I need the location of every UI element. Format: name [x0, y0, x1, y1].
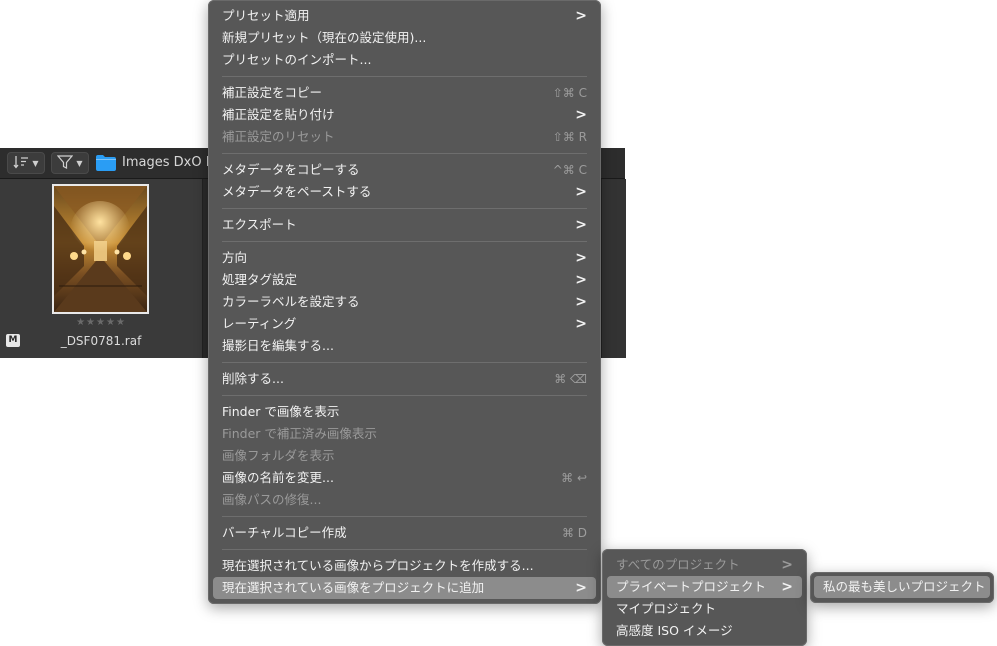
submenu2-item[interactable]: 私の最も美しいプロジェクト — [814, 576, 990, 598]
menu-separator — [222, 153, 587, 154]
chevron-right-icon: > — [575, 184, 587, 200]
menu-item-label: 高感度 ISO イメージ — [616, 623, 733, 638]
menu-item: Finder で補正済み画像表示 — [208, 423, 601, 445]
menu-item[interactable]: プリセットのインポート... — [208, 49, 601, 71]
chevron-right-icon: > — [575, 107, 587, 123]
chevron-right-icon: > — [781, 579, 793, 595]
menu-item[interactable]: 画像の名前を変更... ⌘ ↩ — [208, 467, 601, 489]
add-to-project-submenu: すべてのプロジェクト > プライベートプロジェクト > マイプロジェクト高感度 ISO … — [602, 549, 807, 646]
menu-item-label: プリセットのインポート... — [222, 52, 372, 67]
chevron-right-icon: > — [575, 294, 587, 310]
chevron-right-icon: > — [575, 580, 587, 596]
menu-item[interactable]: レーティング > — [208, 313, 601, 335]
chevron-right-icon: > — [575, 316, 587, 332]
filter-button[interactable]: ▼ — [51, 152, 89, 174]
chevron-right-icon: > — [575, 250, 587, 266]
menu-item-label: レーティング — [222, 316, 297, 331]
menu-item[interactable]: メタデータをペーストする > — [208, 181, 601, 203]
menu-item-shortcut: ⌘ ↩ — [561, 471, 587, 485]
menu-item-label: メタデータをコピーする — [222, 162, 360, 177]
menu-item-label: 現在選択されている画像をプロジェクトに追加 — [222, 580, 485, 595]
sort-button[interactable]: ▼ — [7, 152, 45, 174]
menu-item[interactable]: メタデータをコピーする ^⌘ C — [208, 159, 601, 181]
menu-item[interactable]: 現在選択されている画像をプロジェクトに追加 > — [213, 577, 596, 599]
menu-item: 補正設定のリセット ⇧⌘ R — [208, 126, 601, 148]
menu-item-label: Finder で補正済み画像表示 — [222, 426, 377, 441]
menu-item-label: 画像フォルダを表示 — [222, 448, 335, 463]
menu-item-label: バーチャルコピー作成 — [222, 525, 347, 540]
private-project-submenu: 私の最も美しいプロジェクト — [810, 572, 994, 603]
menu-item-label: Finder で画像を表示 — [222, 404, 340, 419]
menu-separator — [222, 76, 587, 77]
submenu-item[interactable]: マイプロジェクト — [602, 598, 807, 620]
menu-item[interactable]: 補正設定をコピー ⇧⌘ C — [208, 82, 601, 104]
menu-item-shortcut: ⇧⌘ R — [552, 130, 587, 144]
menu-item-label: 画像パスの修復... — [222, 492, 322, 507]
menu-item-label: カラーラベルを設定する — [222, 294, 360, 309]
menu-item-label: エクスポート — [222, 217, 297, 232]
menu-item-shortcut: ⇧⌘ C — [552, 86, 587, 100]
menu-item[interactable]: 方向 > — [208, 247, 601, 269]
thumbnail-filename: _DSF0781.raf — [60, 334, 142, 348]
menu-item-label: プリセット適用 — [222, 8, 310, 23]
menu-item-label: 私の最も美しいプロジェクト — [823, 579, 986, 594]
menu-item-label: 方向 — [222, 250, 248, 265]
menu-separator — [222, 549, 587, 550]
menu-item-label: 補正設定を貼り付け — [222, 107, 335, 122]
menu-item-label: 削除する... — [222, 371, 284, 386]
menu-item-label: 補正設定をコピー — [222, 85, 323, 100]
menu-item-label: 新規プリセット（現在の設定使用)... — [222, 30, 427, 45]
chevron-right-icon: > — [781, 557, 793, 573]
menu-item-label: すべてのプロジェクト — [616, 557, 740, 572]
menu-item-label: メタデータをペーストする — [222, 184, 372, 199]
menu-separator — [222, 208, 587, 209]
menu-item-shortcut: ^⌘ C — [552, 163, 587, 177]
menu-item[interactable]: 補正設定を貼り付け > — [208, 104, 601, 126]
folder-name[interactable]: Images DxO Ph — [122, 155, 222, 170]
sort-icon — [13, 155, 29, 172]
submenu-item[interactable]: 高感度 ISO イメージ — [602, 620, 807, 642]
filter-icon — [57, 154, 74, 172]
menu-item[interactable]: 処理タグ設定 > — [208, 269, 601, 291]
menu-item[interactable]: 新規プリセット（現在の設定使用)... — [208, 27, 601, 49]
menu-item[interactable]: エクスポート > — [208, 214, 601, 236]
menu-item-label: 現在選択されている画像からプロジェクトを作成する... — [222, 558, 534, 573]
menu-separator — [222, 362, 587, 363]
chevron-right-icon: > — [575, 8, 587, 24]
chevron-right-icon: > — [575, 217, 587, 233]
menu-item: 画像パスの修復... — [208, 489, 601, 511]
menu-item[interactable]: バーチャルコピー作成 ⌘ D — [208, 522, 601, 544]
thumbnail-cell[interactable]: ★★★★★ M _DSF0781.raf — [0, 179, 203, 358]
thumbnail-image[interactable] — [52, 184, 149, 314]
menu-item: 画像フォルダを表示 — [208, 445, 601, 467]
browser-right-area — [601, 179, 626, 358]
menu-item[interactable]: Finder で画像を表示 — [208, 401, 601, 423]
menu-item-shortcut: ⌘ ⌫ — [554, 372, 587, 386]
menu-item-label: 撮影日を編集する... — [222, 338, 334, 353]
menu-item-label: 処理タグ設定 — [222, 272, 298, 287]
chevron-right-icon: > — [575, 272, 587, 288]
folder-icon — [96, 155, 116, 171]
submenu-item[interactable]: プライベートプロジェクト > — [607, 576, 802, 598]
menu-item-label: 補正設定のリセット — [222, 129, 335, 144]
menu-item-shortcut: ⌘ D — [561, 526, 587, 540]
menu-item-label: マイプロジェクト — [616, 601, 717, 616]
menu-item[interactable]: プリセット適用 > — [208, 5, 601, 27]
menu-item-label: 画像の名前を変更... — [222, 470, 334, 485]
menu-separator — [222, 395, 587, 396]
context-menu: プリセット適用 > 新規プリセット（現在の設定使用)... プリセットのインポート..… — [208, 0, 601, 604]
menu-separator — [222, 241, 587, 242]
rating-stars[interactable]: ★★★★★ — [0, 317, 202, 328]
menu-item[interactable]: 撮影日を編集する... — [208, 335, 601, 357]
chevron-down-icon: ▼ — [76, 158, 83, 168]
menu-item-label: プライベートプロジェクト — [616, 579, 767, 594]
menu-separator — [222, 516, 587, 517]
submenu-item: すべてのプロジェクト > — [602, 554, 807, 576]
menu-item[interactable]: 現在選択されている画像からプロジェクトを作成する... — [208, 555, 601, 577]
chevron-down-icon: ▼ — [32, 158, 39, 168]
menu-item[interactable]: カラーラベルを設定する > — [208, 291, 601, 313]
menu-item[interactable]: 削除する... ⌘ ⌫ — [208, 368, 601, 390]
